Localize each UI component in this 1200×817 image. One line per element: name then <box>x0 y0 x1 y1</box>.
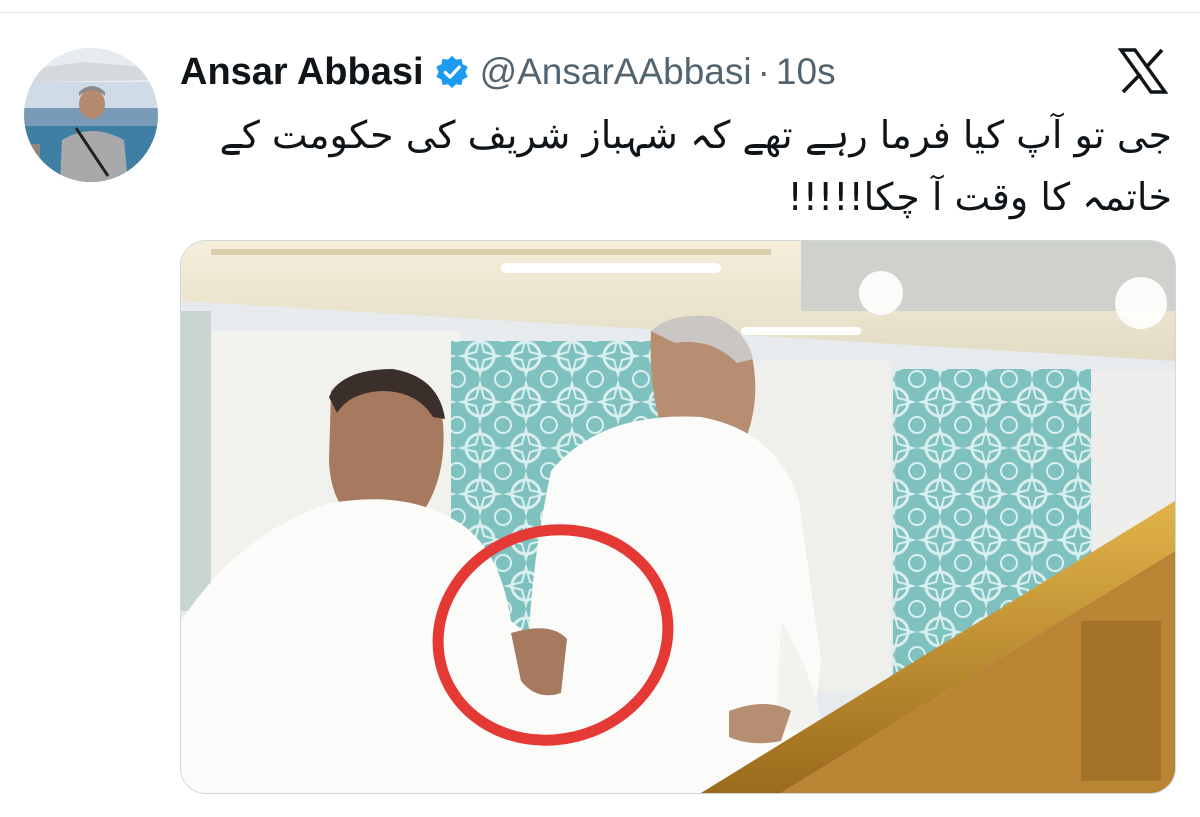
tweet-media-photo[interactable] <box>180 240 1176 794</box>
top-divider <box>0 12 1200 13</box>
author-display-name[interactable]: Ansar Abbasi <box>180 51 424 94</box>
separator-dot: · <box>757 51 770 92</box>
tweet-header: Ansar Abbasi @AnsarAAbbasi · 10s <box>180 42 836 102</box>
tweet-text: جی تو آپ کیا فرما رہے تھے کہ شہباز شریف … <box>219 113 1172 219</box>
author-handle[interactable]: @AnsarAAbbasi <box>480 51 752 93</box>
avatar[interactable] <box>24 48 158 182</box>
timestamp[interactable]: 10s <box>776 51 836 93</box>
verified-badge-icon <box>434 54 470 90</box>
x-logo-icon[interactable] <box>1118 48 1168 94</box>
